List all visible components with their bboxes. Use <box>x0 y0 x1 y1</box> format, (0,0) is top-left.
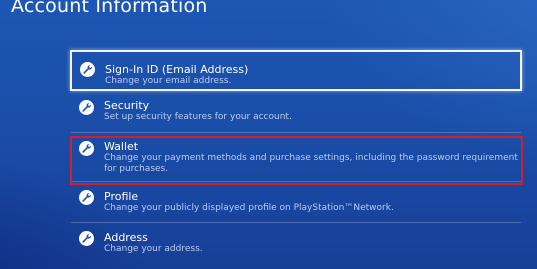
address-label: Address <box>104 231 148 244</box>
security-label: Security <box>104 99 150 112</box>
wrench-icon <box>79 100 94 115</box>
menu-item-address[interactable]: Address Change your address. <box>71 223 521 263</box>
menu-item-wallet[interactable]: Wallet Change your payment methods and p… <box>71 133 521 181</box>
security-description: Set up security features for your accoun… <box>104 112 292 122</box>
wrench-icon <box>79 231 94 246</box>
menu-item-sign-in-id[interactable]: Sign-In ID (Email Address) Change your e… <box>70 50 522 91</box>
wrench-icon <box>79 141 94 156</box>
address-description: Change your address. <box>104 244 203 254</box>
wallet-label: Wallet <box>104 140 139 153</box>
sign-in-id-description: Change your email address. <box>105 76 232 86</box>
profile-label: Profile <box>104 190 139 203</box>
menu-item-profile[interactable]: Profile Change your publicly displayed p… <box>71 182 521 222</box>
menu-item-security[interactable]: Security Set up security features for yo… <box>71 91 521 132</box>
page-title: Account Information <box>11 0 208 17</box>
account-menu: Sign-In ID (Email Address) Change your e… <box>70 50 522 263</box>
wrench-icon <box>79 190 94 205</box>
wallet-description: Change your payment methods and purchase… <box>104 153 518 174</box>
wrench-icon <box>80 62 95 77</box>
sign-in-id-label: Sign-In ID (Email Address) <box>105 63 249 76</box>
profile-description: Change your publicly displayed profile o… <box>104 203 394 213</box>
